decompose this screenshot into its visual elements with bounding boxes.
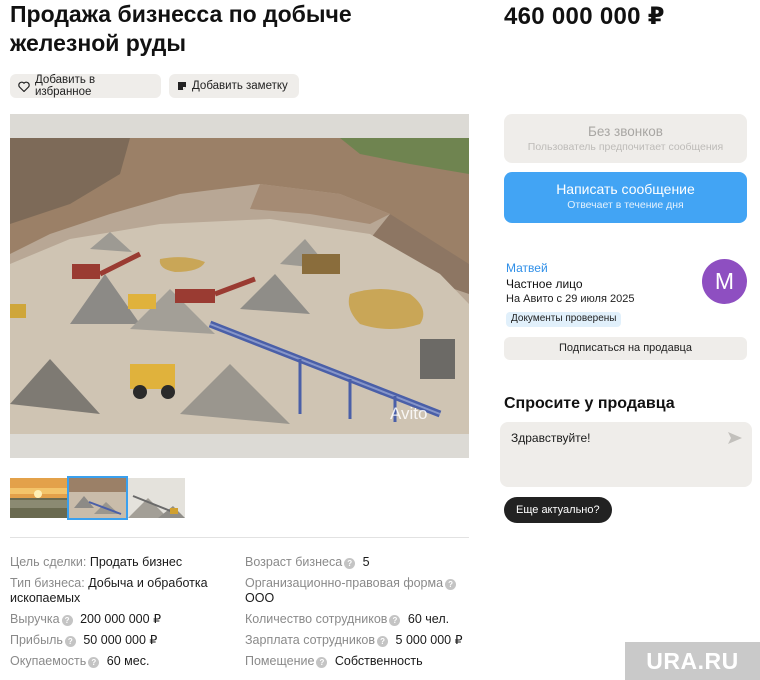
message-text: Здравствуйте! — [511, 431, 591, 445]
main-photo[interactable]: Avito — [10, 114, 469, 458]
quarry-thumbnail-image — [69, 478, 126, 518]
photo-watermark: Avito — [390, 404, 428, 423]
thumbnail-1[interactable] — [10, 478, 67, 518]
help-icon[interactable]: ? — [64, 636, 76, 647]
no-calls-button[interactable]: Без звонков Пользователь предпочитает со… — [504, 114, 747, 163]
params-divider — [10, 537, 469, 538]
param-premises: Помещение? Собственность — [245, 654, 423, 668]
param-deal-goal: Цель сделки: Продать бизнес — [10, 555, 183, 569]
no-calls-title: Без звонков — [588, 124, 663, 139]
add-favorite-button[interactable]: Добавить в избранное — [10, 74, 161, 98]
param-business-type: Тип бизнеса: Добыча и обработка ископаем… — [10, 576, 208, 605]
message-input[interactable]: Здравствуйте! — [500, 422, 752, 487]
ura-watermark: URA.RU — [625, 642, 760, 680]
no-calls-subtitle: Пользователь предпочитает сообщения — [527, 141, 724, 153]
seller-avatar[interactable]: М — [702, 259, 747, 304]
add-favorite-label: Добавить в избранное — [35, 74, 96, 98]
write-message-button[interactable]: Написать сообщение Отвечает в течение дн… — [504, 172, 747, 223]
write-message-subtitle: Отвечает в течение дня — [567, 199, 684, 211]
help-icon[interactable]: ? — [445, 579, 457, 590]
sunset-thumbnail-image — [10, 478, 67, 518]
help-icon[interactable]: ? — [377, 636, 389, 647]
thumbnail-3[interactable] — [128, 478, 185, 518]
listing-price: 460 000 000 ₽ — [504, 3, 665, 30]
param-business-age: Возраст бизнеса? 5 — [245, 555, 370, 569]
write-message-title: Написать сообщение — [556, 181, 695, 197]
param-salary: Зарплата сотрудников? 5 000 000 ₽ — [245, 633, 463, 647]
add-note-button[interactable]: Добавить заметку — [169, 74, 299, 98]
thumbnail-2[interactable] — [67, 476, 128, 520]
heart-icon — [18, 81, 30, 92]
add-note-label: Добавить заметку — [192, 80, 288, 92]
subscribe-seller-button[interactable]: Подписаться на продавца — [504, 337, 747, 360]
help-icon[interactable]: ? — [88, 657, 100, 668]
param-legal-form: Организационно-правовая форма? ООО — [245, 576, 470, 606]
conveyor-thumbnail-image — [128, 478, 185, 518]
help-icon[interactable]: ? — [344, 558, 356, 569]
help-icon[interactable]: ? — [389, 615, 401, 626]
quarry-photo: Avito — [10, 114, 469, 458]
param-employees: Количество сотрудников? 60 чел. — [245, 612, 450, 626]
documents-verified-badge: Документы проверены — [506, 312, 622, 327]
help-icon[interactable]: ? — [61, 615, 73, 626]
send-icon[interactable] — [728, 432, 742, 444]
ask-seller-heading: Спросите у продавца — [504, 395, 675, 412]
seller-name-link[interactable]: Матвей — [506, 261, 548, 275]
seller-type: Частное лицо — [506, 277, 583, 291]
param-profit: Прибыль? 50 000 000 ₽ — [10, 633, 158, 647]
help-icon[interactable]: ? — [316, 657, 328, 668]
seller-since: На Авито с 29 июля 2025 — [506, 293, 635, 305]
listing-title: Продажа бизнесса по добыче железной руды — [10, 1, 352, 56]
param-payback: Окупаемость? 60 мес. — [10, 654, 150, 668]
note-icon — [178, 82, 186, 90]
param-revenue: Выручка? 200 000 000 ₽ — [10, 612, 162, 626]
quick-reply-chip[interactable]: Еще актуально? — [504, 497, 612, 523]
